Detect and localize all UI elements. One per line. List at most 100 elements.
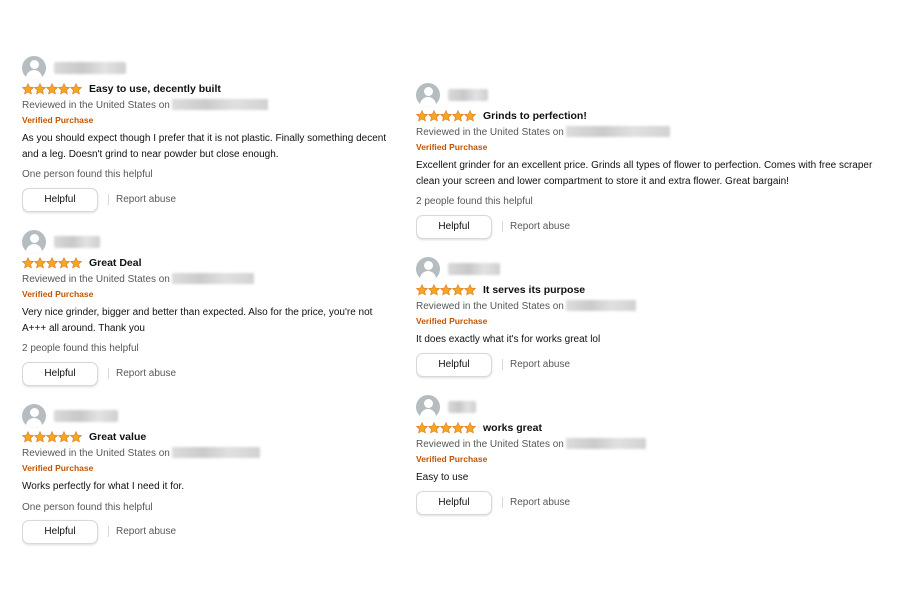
review-body-line: A+++ all around. Thank you [22,322,145,334]
review-date-line: Reviewed in the United States on [416,300,636,313]
star-rating[interactable] [416,284,476,297]
review-date-line: Reviewed in the United States on [416,438,646,451]
review-body-line: Excellent grinder for an excellent price… [416,160,873,171]
review-body-line: Easy to use [416,472,469,483]
reviewer-name-redacted [448,263,500,275]
star-icon [58,431,70,443]
review-date-redacted [171,273,254,284]
avatar-icon [22,404,46,428]
reviewer-profile[interactable] [22,404,322,428]
action-divider [108,526,109,537]
review-date-line: Reviewed in the United States on [22,99,268,112]
reviewed-in-text: Reviewed in the United States on [416,301,564,312]
avatar-icon [416,257,440,281]
action-divider [502,497,503,508]
star-icon [22,83,34,95]
star-icon [428,284,440,296]
review-body: It does exactly what it's for works grea… [416,332,600,348]
helpful-count: One person found this helpful [22,502,153,513]
review-title[interactable]: Great value [89,431,146,444]
right-review-column: Grinds to perfection! Reviewed in the Un… [416,83,900,533]
star-icon [46,83,58,95]
helpful-button[interactable]: Helpful [416,215,492,239]
action-divider [502,359,503,370]
helpful-button[interactable]: Helpful [416,491,492,515]
reviewed-in-text: Reviewed in the United States on [416,127,564,138]
review-body: Easy to use [416,470,468,486]
report-abuse-link[interactable]: Report abuse [116,193,176,206]
reviewed-in-text: Reviewed in the United States on [22,448,170,459]
avatar-icon [22,230,46,254]
report-abuse-link[interactable]: Report abuse [116,525,176,538]
report-abuse-link[interactable]: Report abuse [510,220,570,233]
helpful-button[interactable]: Helpful [22,188,98,212]
star-icon [34,431,46,443]
helpful-count: 2 people found this helpful [416,196,533,207]
review-date-redacted [565,300,636,311]
star-icon [428,110,440,122]
star-icon [452,110,464,122]
helpful-button[interactable]: Helpful [22,362,98,386]
star-rating[interactable] [22,431,82,444]
report-abuse-link[interactable]: Report abuse [116,367,176,380]
star-icon [464,110,476,122]
review-body-line: It does exactly what it's for works grea… [416,334,601,345]
review-body: Works perfectly for what I need it for. [22,479,184,495]
star-icon [440,284,452,296]
star-icon [34,83,46,95]
reviewer-profile[interactable] [416,257,716,281]
action-divider [108,368,109,379]
star-icon [452,284,464,296]
action-divider [502,221,503,232]
review-title[interactable]: works great [483,422,542,435]
review-actions: Helpful Report abuse [416,215,716,239]
star-icon [70,431,82,443]
star-icon [22,257,34,269]
reviewed-in-text: Reviewed in the United States on [416,439,564,450]
reviewer-name-redacted [54,236,100,248]
star-icon [22,431,34,443]
star-icon [464,422,476,434]
review-title[interactable]: It serves its purpose [483,284,585,297]
star-icon [58,257,70,269]
star-icon [416,422,428,434]
review-date-redacted [565,126,670,137]
action-divider [108,194,109,205]
reviewer-name-redacted [448,89,488,101]
reviewer-profile[interactable] [416,83,716,107]
reviewer-name-redacted [448,401,476,413]
star-icon [46,431,58,443]
review-title[interactable]: Grinds to perfection! [483,110,587,123]
star-rating[interactable] [416,110,476,123]
review-title[interactable]: Great Deal [89,257,142,270]
star-icon [416,110,428,122]
helpful-button[interactable]: Helpful [22,520,98,544]
verified-purchase-badge: Verified Purchase [22,463,94,473]
helpful-button[interactable]: Helpful [416,353,492,377]
review-body-line: and a leg. Doesn't grind to near powder … [22,148,279,160]
star-icon [416,284,428,296]
reviewer-profile[interactable] [22,230,322,254]
star-icon [70,83,82,95]
review-title[interactable]: Easy to use, decently built [89,83,221,96]
review-body-line: clean your screen and lower compartment … [416,175,789,187]
review-actions: Helpful Report abuse [22,362,322,386]
verified-purchase-badge: Verified Purchase [416,316,488,326]
star-icon [428,422,440,434]
verified-purchase-badge: Verified Purchase [416,142,488,152]
star-icon [464,284,476,296]
star-rating[interactable] [416,422,476,435]
star-icon [46,257,58,269]
report-abuse-link[interactable]: Report abuse [510,358,570,371]
review-body: Very nice grinder, bigger and better tha… [22,305,372,336]
avatar-icon [416,83,440,107]
star-rating[interactable] [22,83,82,96]
review-body: As you should expect though I prefer tha… [22,131,386,162]
review-date-redacted [171,447,260,458]
reviewer-profile[interactable] [416,395,716,419]
reviewer-profile[interactable] [22,56,322,80]
report-abuse-link[interactable]: Report abuse [510,496,570,509]
review-actions: Helpful Report abuse [22,188,322,212]
star-icon [452,422,464,434]
star-rating[interactable] [22,257,82,270]
